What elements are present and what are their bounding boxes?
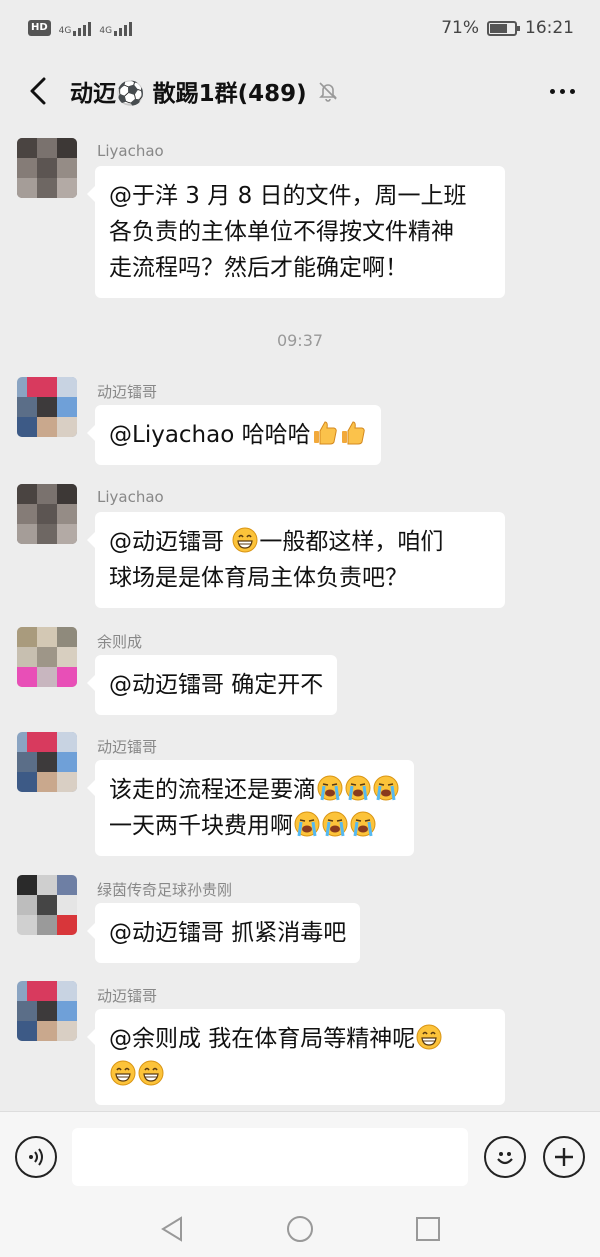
avatar-image bbox=[17, 484, 77, 544]
message-bubble[interactable]: @动迈镭哥 一般都这样，咱们 球场是是体育局主体负责吧？ bbox=[87, 512, 505, 608]
thumbs-up-emoji bbox=[339, 419, 367, 447]
avatar-image bbox=[17, 377, 77, 437]
avatar-image bbox=[17, 981, 77, 1041]
circle-home-icon bbox=[287, 1216, 313, 1242]
sender-name: 余则成 bbox=[97, 633, 143, 651]
emoji-button[interactable] bbox=[484, 1136, 526, 1178]
back-button[interactable] bbox=[18, 71, 58, 111]
status-bar: HD 4G 4G 71% 16:21 bbox=[0, 0, 600, 56]
smile-icon bbox=[497, 1152, 513, 1165]
battery-percent: 71% bbox=[441, 18, 479, 38]
more-functions-button[interactable] bbox=[543, 1136, 585, 1178]
avatar[interactable] bbox=[17, 875, 77, 935]
nav-recents-button[interactable] bbox=[412, 1213, 444, 1245]
sender-name: 绿茵传奇足球孙贵刚 bbox=[97, 881, 233, 899]
sender-name: 动迈镭哥 bbox=[97, 738, 158, 756]
timestamp: 09:37 bbox=[276, 331, 324, 350]
avatar-image bbox=[17, 138, 77, 198]
message-bubble[interactable]: @动迈镭哥 抓紧消毒吧 bbox=[86, 903, 361, 963]
bell-off-icon bbox=[318, 82, 337, 102]
grin-emoji bbox=[109, 1059, 137, 1087]
sim1-signal: 4G bbox=[59, 20, 92, 36]
triangle-back-icon bbox=[161, 1216, 182, 1242]
avatar-image bbox=[17, 732, 77, 792]
hd-badge: HD bbox=[28, 20, 51, 36]
signal-bars-icon bbox=[73, 20, 92, 36]
more-dots-icon bbox=[549, 88, 555, 94]
avatar[interactable] bbox=[17, 138, 77, 198]
message-bubble[interactable]: @Liyachao 哈哈哈 bbox=[87, 405, 381, 465]
message-line: @动迈镭哥 抓紧消毒吧 bbox=[109, 920, 347, 946]
sender-name: Liyachao bbox=[97, 488, 164, 506]
avatar[interactable] bbox=[17, 484, 77, 544]
sender-name: Liyachao bbox=[97, 142, 164, 160]
plus-icon bbox=[555, 1148, 573, 1166]
avatar[interactable] bbox=[17, 732, 77, 792]
grin-emoji bbox=[137, 1059, 165, 1087]
system-nav-bar bbox=[0, 1199, 600, 1257]
sender-name: 动迈镭哥 bbox=[97, 987, 158, 1005]
message-line: 走流程吗？然后才能确定啊！ bbox=[109, 255, 408, 281]
square-recents-icon bbox=[416, 1217, 440, 1241]
chat-header: 动迈⚽️ 散踢1群(489) bbox=[0, 56, 600, 126]
message-bubble[interactable]: @动迈镭哥 确定开不 bbox=[86, 655, 338, 715]
sender-name: 动迈镭哥 bbox=[97, 383, 158, 401]
sim1-network-label: 4G bbox=[58, 26, 72, 36]
sim2-network-label: 4G bbox=[99, 26, 113, 36]
loudly-crying-emoji bbox=[372, 774, 400, 802]
loudly-crying-emoji bbox=[316, 774, 344, 802]
voice-icon bbox=[29, 1148, 43, 1166]
avatar-image bbox=[17, 627, 77, 687]
battery-icon bbox=[487, 20, 520, 36]
message-line: 该走的流程还是要滴 bbox=[109, 777, 316, 803]
grin-emoji bbox=[231, 526, 259, 554]
message-input[interactable] bbox=[72, 1128, 468, 1186]
thumbs-up-emoji bbox=[311, 419, 339, 447]
loudly-crying-emoji bbox=[321, 810, 349, 838]
grin-emoji bbox=[415, 1023, 443, 1051]
input-bar bbox=[0, 1111, 600, 1199]
message-bubble[interactable]: @于洋 3 月 8 日的文件，周一上班 各负责的主体单位不得按文件精神 走流程吗… bbox=[87, 166, 505, 298]
message-line: 各负责的主体单位不得按文件精神 bbox=[109, 219, 454, 245]
message-line: @Liyachao 哈哈哈 bbox=[109, 422, 311, 448]
more-dot bbox=[559, 88, 565, 94]
signal-group: HD 4G 4G bbox=[28, 20, 133, 36]
back-arrow-icon bbox=[30, 77, 46, 105]
loudly-crying-emoji bbox=[293, 810, 321, 838]
loudly-crying-emoji bbox=[349, 810, 377, 838]
message-line: @于洋 3 月 8 日的文件，周一上班 bbox=[109, 183, 467, 209]
message-line: @余则成 我在体育局等精神呢 bbox=[109, 1026, 416, 1052]
message-bubble[interactable]: @余则成 我在体育局等精神呢 bbox=[87, 1009, 505, 1105]
sim2-signal: 4G bbox=[99, 20, 133, 36]
message-line: @动迈镭哥 确定开不 bbox=[109, 672, 324, 698]
avatar-image bbox=[17, 875, 77, 935]
nav-home-button[interactable] bbox=[284, 1213, 316, 1245]
message-line: 一般都这样，咱们 bbox=[259, 529, 444, 555]
avatar[interactable] bbox=[17, 377, 77, 437]
chat-title: 动迈⚽️ 散踢1群(489) bbox=[70, 81, 307, 107]
message-line: @动迈镭哥 bbox=[109, 529, 224, 555]
more-dot bbox=[569, 88, 575, 94]
nav-back-button[interactable] bbox=[156, 1213, 188, 1245]
more-options-button[interactable] bbox=[542, 71, 582, 111]
status-right: 71% 16:21 bbox=[441, 18, 574, 38]
avatar[interactable] bbox=[17, 981, 77, 1041]
message-line: 一天两千块费用啊 bbox=[109, 813, 293, 839]
voice-button[interactable] bbox=[15, 1136, 57, 1178]
avatar[interactable] bbox=[17, 627, 77, 687]
clock: 16:21 bbox=[525, 18, 574, 38]
message-bubble[interactable]: 该走的流程还是要滴 一天两千块费用啊 bbox=[87, 760, 414, 856]
message-line: 球场是是体育局主体负责吧？ bbox=[109, 565, 408, 591]
loudly-crying-emoji bbox=[344, 774, 372, 802]
signal-bars-icon bbox=[114, 20, 133, 36]
